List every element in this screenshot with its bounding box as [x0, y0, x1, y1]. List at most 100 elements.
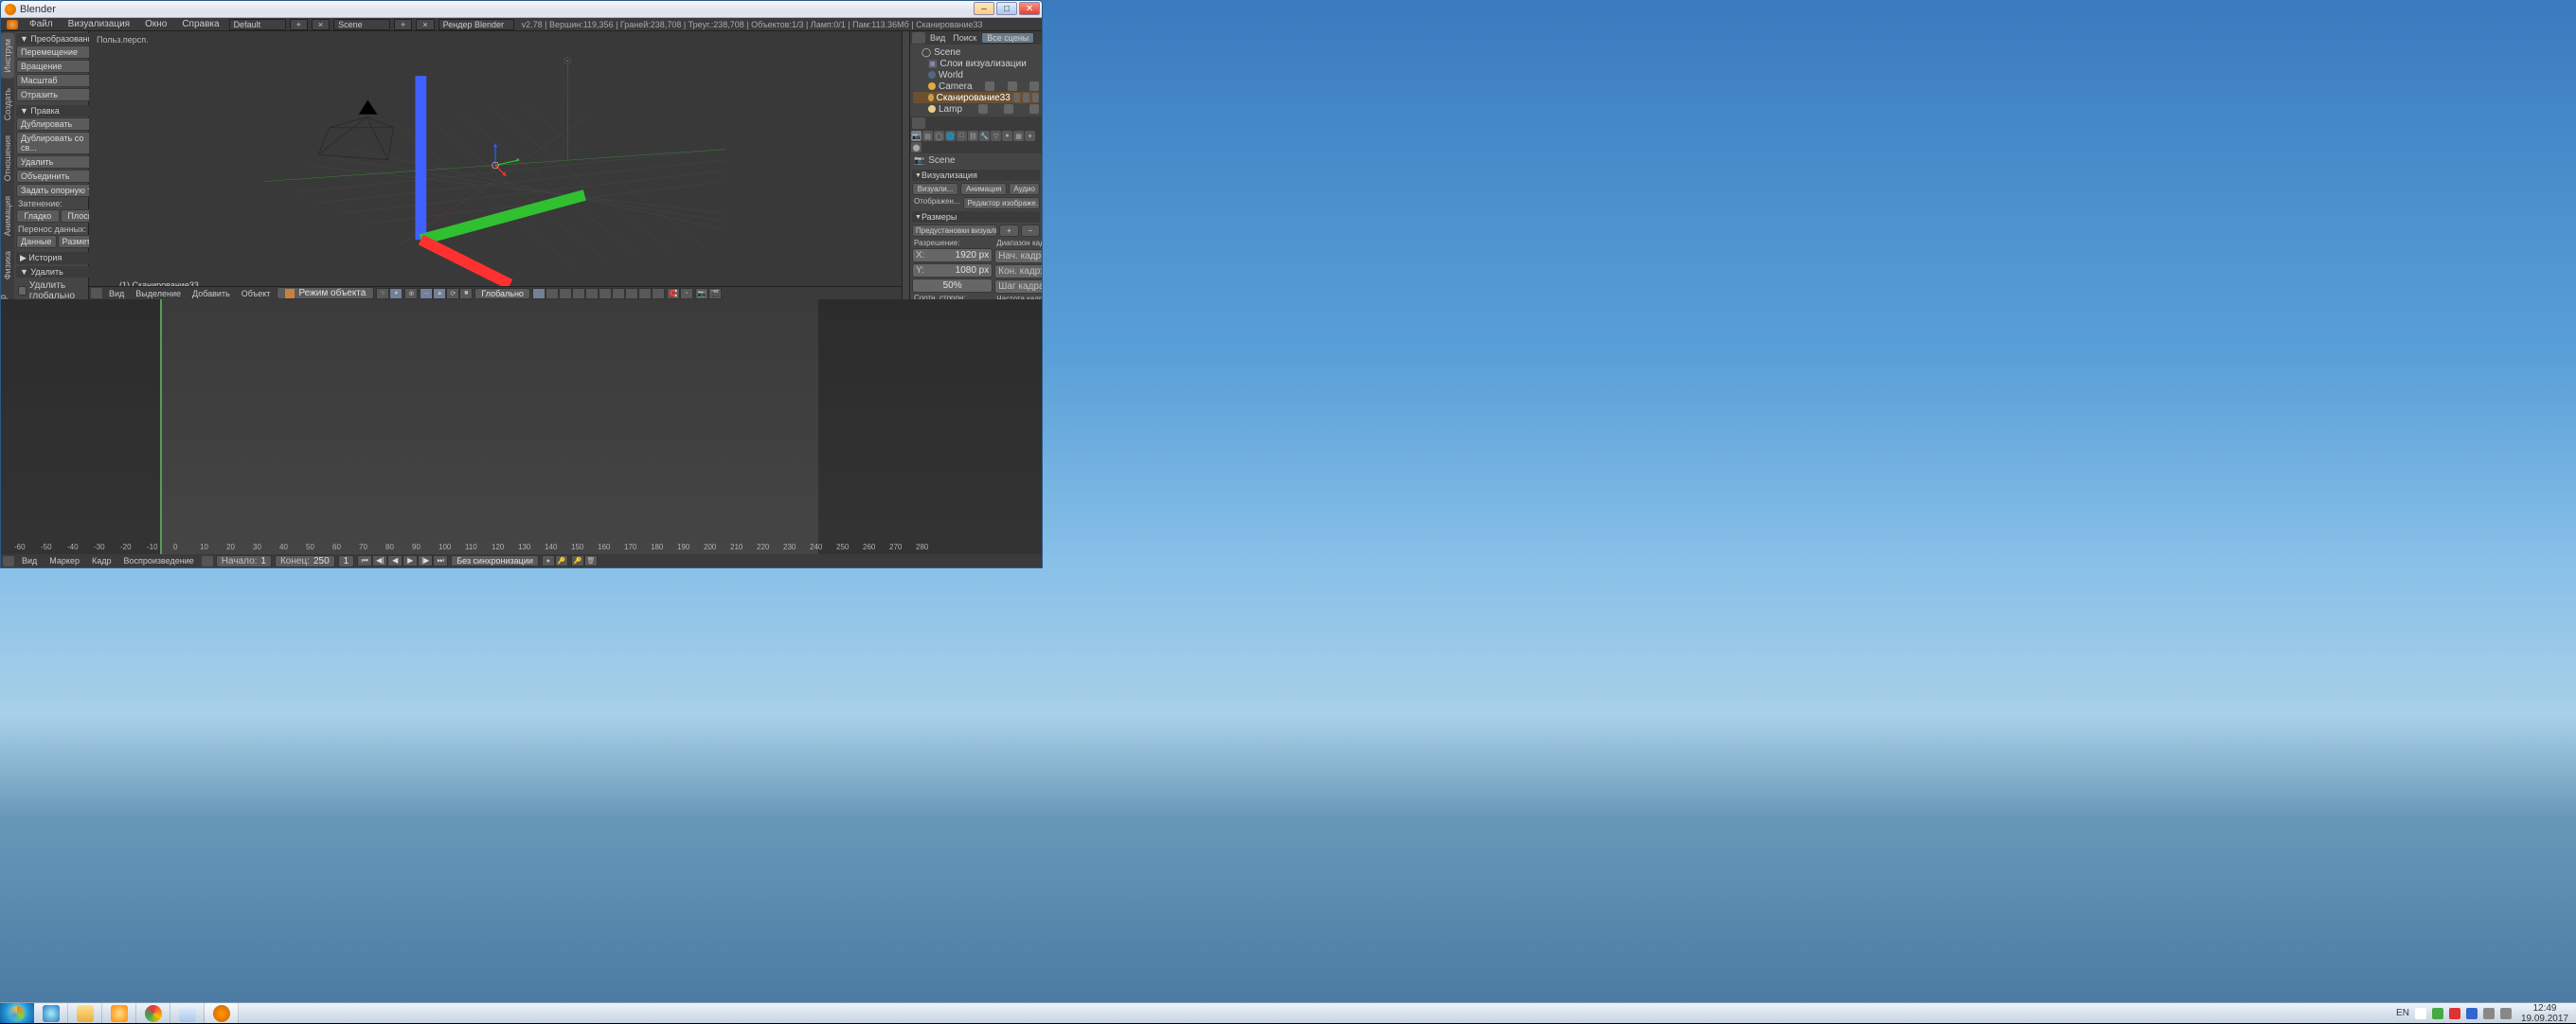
tab-render[interactable]: 📷 [911, 131, 921, 141]
vh-add[interactable]: Добавить [188, 289, 235, 298]
panel-dim-head[interactable]: Размеры [912, 211, 1040, 223]
tray-volume-icon[interactable] [2500, 1008, 2512, 1019]
res-x[interactable]: X:1920 px [912, 248, 993, 262]
lastop-global-checkbox[interactable] [18, 286, 27, 296]
snap-toggle[interactable]: 🧲 [667, 288, 680, 299]
frame-step[interactable]: Шаг кадра:1 [994, 279, 1042, 294]
tab-world[interactable]: 🌐 [945, 131, 956, 141]
props-editor-icon[interactable] [912, 117, 925, 129]
vh-select[interactable]: Выделение [131, 289, 186, 298]
outliner-search[interactable]: Поиск [950, 33, 979, 43]
snap-type[interactable]: ▫ [680, 288, 693, 299]
keyframe-prev[interactable]: ◀| [372, 555, 387, 566]
timeline-cursor[interactable] [160, 299, 162, 554]
tab-constraints[interactable]: ⛓ [968, 131, 978, 141]
task-blender[interactable] [205, 1003, 239, 1023]
pivot-btn[interactable]: ⊕ [404, 288, 418, 299]
play-rev[interactable]: ◀ [387, 555, 402, 566]
panel-render-head[interactable]: Визуализация [912, 170, 1040, 181]
editor-selector-icon[interactable] [7, 20, 18, 29]
timeline-editor-icon[interactable] [3, 556, 14, 566]
n-panel[interactable] [902, 31, 909, 299]
tab-particles[interactable]: ✦ [1025, 131, 1035, 141]
minimize-button[interactable]: – [974, 2, 994, 15]
tray-icon-3[interactable] [2466, 1008, 2478, 1019]
tl-start[interactable]: Начало:1 [216, 555, 272, 567]
keyframe-next[interactable]: |▶ [418, 555, 433, 566]
vh-object[interactable]: Объект [237, 289, 276, 298]
tray-icon-1[interactable] [2432, 1008, 2443, 1019]
tab-texture[interactable]: ▦ [1013, 131, 1024, 141]
render-button[interactable]: Визуали... [912, 183, 958, 195]
anim-button[interactable]: Анимация [960, 183, 1007, 195]
scene-add[interactable]: + [394, 19, 412, 30]
shade-smooth-button[interactable]: Гладко [16, 209, 60, 223]
tab-material[interactable]: ● [1002, 131, 1012, 141]
properties-body[interactable]: Визуализация Визуали... Анимация Аудио О… [910, 168, 1042, 299]
editor-type-icon[interactable] [91, 288, 102, 298]
task-notepad[interactable] [170, 1003, 205, 1023]
tab-object[interactable]: □ [957, 131, 967, 141]
tray-clock[interactable]: 12:4919.09.2017 [2517, 1003, 2572, 1024]
tl-end[interactable]: Конец:250 [275, 555, 335, 567]
menu-file[interactable]: Файл [22, 19, 61, 29]
outliner-view[interactable]: Вид [927, 33, 948, 43]
frame-start[interactable]: Нач. кадр:1 [994, 249, 1042, 263]
tab-layers[interactable]: ▤ [922, 131, 933, 141]
opengl-anim[interactable]: 🎬 [708, 288, 722, 299]
lang-indicator[interactable]: EN [2396, 1008, 2409, 1018]
res-y[interactable]: Y:1080 px [912, 263, 993, 278]
manip-translate[interactable]: ▲ [433, 288, 446, 299]
titlebar[interactable]: Blender – □ ✕ [1, 1, 1042, 18]
sync-mode[interactable]: Без синхронизации [451, 555, 539, 566]
shading-wire[interactable]: ○ [376, 288, 389, 299]
timeline-strip[interactable]: -60-50-40-30-20-100102030405060708090100… [1, 299, 1042, 554]
layout-field[interactable]: Default [229, 19, 286, 30]
tab-tools[interactable]: Инструм [1, 33, 14, 79]
task-ie[interactable] [34, 1003, 68, 1023]
mode-selector[interactable]: Режим объекта [277, 287, 374, 299]
jump-start[interactable]: ⏮ [357, 555, 372, 566]
close-button[interactable]: ✕ [1019, 2, 1040, 15]
tl-view[interactable]: Вид [17, 556, 42, 566]
range-icon[interactable] [202, 556, 213, 566]
menu-help[interactable]: Справка [174, 19, 226, 29]
autokey-toggle[interactable]: ● [542, 555, 555, 566]
start-button[interactable] [0, 1003, 34, 1023]
tl-marker[interactable]: Маркер [45, 556, 84, 566]
outliner-filter-all[interactable]: Все сцены [981, 32, 1034, 44]
manip-scale[interactable]: ■ [459, 288, 473, 299]
res-pct[interactable]: 50% [912, 278, 993, 293]
tl-frame[interactable]: Кадр [87, 556, 116, 566]
viewport-3d[interactable]: Польз.персп. (1) Сканирование33 Вид Выде… [89, 31, 902, 299]
audio-button[interactable]: Аудио [1009, 183, 1040, 195]
opengl-render[interactable]: 📷 [695, 288, 708, 299]
maximize-button[interactable]: □ [996, 2, 1017, 15]
tab-physics[interactable]: ⬤ [911, 142, 921, 153]
scene-field[interactable]: Scene [333, 19, 390, 30]
engine-field[interactable]: Рендер Blender [438, 19, 514, 30]
manip-rotate[interactable]: ⟳ [446, 288, 459, 299]
tab-physics[interactable]: Физика [1, 245, 14, 285]
task-chrome[interactable] [136, 1003, 170, 1023]
render-preset[interactable]: Предустановки визуализации [912, 225, 997, 237]
layer-1[interactable] [532, 288, 546, 299]
menu-render[interactable]: Визуализация [61, 19, 137, 29]
tl-playback[interactable]: Воспроизведение [118, 556, 198, 566]
layout-add[interactable]: + [290, 19, 308, 30]
task-wmp[interactable] [102, 1003, 136, 1023]
scene-del[interactable]: × [416, 19, 434, 30]
keyset-icon[interactable]: 🔑 [555, 555, 568, 566]
tray-icon-2[interactable] [2449, 1008, 2460, 1019]
frame-end[interactable]: Кон. кадр:250 [994, 264, 1042, 278]
outliner-editor-icon[interactable] [912, 32, 925, 44]
data-transfer-button[interactable]: Данные [16, 235, 57, 248]
tab-scene[interactable]: ◯ [934, 131, 944, 141]
tab-animation[interactable]: Анимация [1, 190, 14, 242]
play[interactable]: ▶ [402, 555, 418, 566]
orientation-selector[interactable]: Глобально [474, 288, 530, 299]
tab-data[interactable]: ▽ [991, 131, 1001, 141]
tab-modifiers[interactable]: 🔧 [979, 131, 990, 141]
tab-relations[interactable]: Отношения [1, 130, 14, 187]
shading-solid[interactable]: ● [389, 288, 402, 299]
